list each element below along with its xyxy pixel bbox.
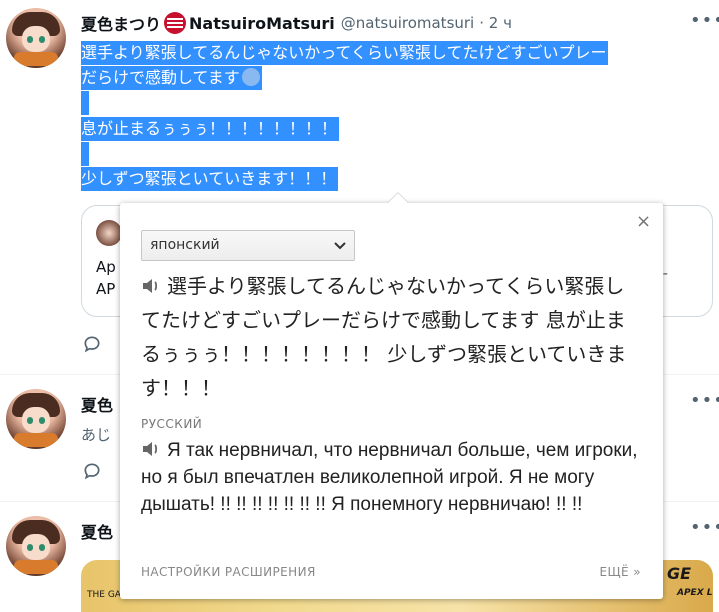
extension-settings-link[interactable]: НАСТРОЙКИ РАСШИРЕНИЯ <box>141 565 316 579</box>
author-name[interactable]: 夏色 <box>81 519 113 543</box>
reply-icon[interactable] <box>82 461 102 485</box>
red-flag-icon <box>164 12 187 34</box>
tweet-header: 夏色 <box>81 519 113 543</box>
quoted-text-line-2: AP <box>96 280 116 298</box>
emoji-icon <box>241 68 260 86</box>
speaker-icon[interactable] <box>141 440 161 458</box>
quoted-text-trail: - <box>662 264 668 282</box>
close-icon[interactable]: × <box>636 211 651 232</box>
source-text: 選手より緊張してるんじゃないかってくらい緊張してたけどすごいプレーだらけで感動し… <box>141 274 627 400</box>
more-options-icon[interactable]: ••• <box>690 390 719 411</box>
tweet-header: 夏色まつり NatsuiroMatsuri @natsuiromatsuri ·… <box>81 11 512 35</box>
translator-popup: × японский 選手より緊張してるんじゃないかってくらい緊張してたけどすご… <box>120 192 663 599</box>
author-name[interactable]: 夏色まつり <box>81 11 161 35</box>
media-caption-right: GE <box>667 564 692 583</box>
tweet-header: 夏色 <box>81 392 113 416</box>
avatar[interactable] <box>6 516 66 576</box>
translated-text: Я так нервничал, что нервничал больше, ч… <box>141 440 638 515</box>
avatar[interactable] <box>6 8 66 68</box>
more-options-icon[interactable]: ••• <box>690 10 719 31</box>
tweet-text-line-3: 息が止まるぅぅぅ！！！！！！！！ <box>81 117 340 141</box>
quoted-text-line-1: Ap <box>96 258 116 276</box>
source-language-value: японский <box>150 237 220 253</box>
tweet-text: あじ <box>81 426 112 444</box>
quoted-avatar <box>96 220 122 246</box>
target-language-label: РУССКИЙ <box>141 417 203 431</box>
avatar[interactable] <box>6 389 66 449</box>
speaker-icon[interactable] <box>141 277 161 295</box>
media-caption-right-sub: APEX L <box>677 588 713 598</box>
tweet-time[interactable]: · 2 ч <box>479 14 512 32</box>
tweet-text-line-4: 少しずつ緊張といていきます！！！ <box>81 167 339 191</box>
tweet-text-line-1: 選手より緊張してるんじゃないかってくらい緊張してたけどすごいプレー <box>81 41 609 65</box>
reply-icon[interactable] <box>82 334 102 358</box>
author-display-name[interactable]: NatsuiroMatsuri <box>189 14 335 33</box>
source-language-select[interactable]: японский <box>141 230 355 261</box>
author-name[interactable]: 夏色 <box>81 392 113 416</box>
chevron-down-icon <box>334 242 346 250</box>
more-link[interactable]: ЕЩЁ » <box>600 565 641 579</box>
more-options-icon[interactable]: ••• <box>690 517 719 538</box>
author-handle[interactable]: @natsuiromatsuri <box>341 14 474 32</box>
tweet-text-line-2: だらけで感動してます <box>81 66 262 90</box>
